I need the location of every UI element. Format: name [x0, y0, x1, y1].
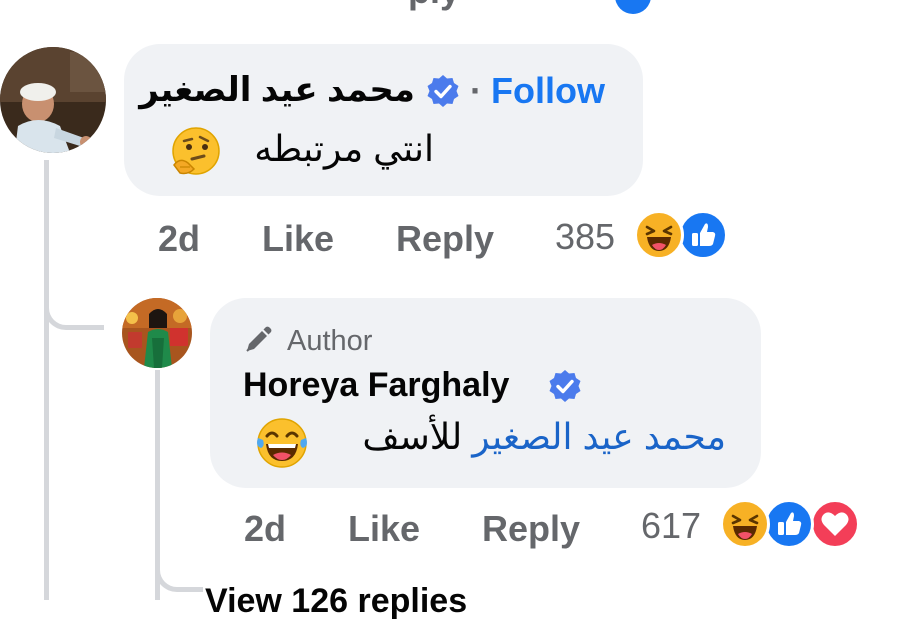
mention-link[interactable]: محمد عيد الصغير — [472, 416, 726, 457]
reply-text-body: للأسف — [362, 416, 463, 457]
thread-line-main — [44, 160, 49, 600]
reaction-summary[interactable] — [718, 499, 863, 551]
reaction-count[interactable]: 385 — [555, 216, 615, 258]
comment-author-name[interactable]: محمد عيد الصغير — [139, 70, 415, 110]
previous-reaction-fragment — [615, 0, 651, 14]
thread-connector-view-replies — [155, 560, 203, 592]
thread-connector-reply — [44, 290, 104, 330]
reply-timestamp[interactable]: 2d — [244, 508, 286, 550]
like-reaction-icon — [764, 499, 814, 549]
follow-button[interactable]: Follow — [491, 70, 605, 112]
comment-timestamp[interactable]: 2d — [158, 218, 200, 260]
love-reaction-icon — [810, 499, 860, 549]
reply-button[interactable]: Reply — [396, 218, 494, 260]
laughing-tears-icon — [255, 416, 309, 475]
verified-badge-icon — [426, 74, 460, 113]
comment-text: انتي مرتبطه — [254, 128, 434, 169]
previous-reply-fragment: ply — [408, 0, 460, 12]
comment-header: Follow · محمد عيد الصغير — [139, 68, 618, 114]
like-reaction-icon — [678, 210, 728, 260]
reaction-summary[interactable] — [632, 210, 732, 262]
reply-text: محمد عيد الصغير للأسف — [362, 416, 726, 458]
reply-button[interactable]: Reply — [482, 508, 580, 550]
view-replies-link[interactable]: View 126 replies — [205, 582, 467, 621]
haha-reaction-icon — [720, 499, 770, 549]
pen-icon — [243, 325, 273, 360]
like-button[interactable]: Like — [348, 508, 420, 550]
reaction-count[interactable]: 617 — [641, 505, 701, 547]
verified-badge-icon — [548, 369, 582, 408]
reply-author-name[interactable]: Horeya Farghaly — [243, 366, 509, 405]
author-badge-label: Author — [287, 325, 373, 357]
author-avatar[interactable] — [122, 298, 192, 368]
like-button[interactable]: Like — [262, 218, 334, 260]
separator-dot: · — [470, 70, 482, 111]
thinking-face-icon — [170, 125, 222, 182]
avatar[interactable] — [0, 42, 106, 158]
haha-reaction-icon — [634, 210, 684, 260]
